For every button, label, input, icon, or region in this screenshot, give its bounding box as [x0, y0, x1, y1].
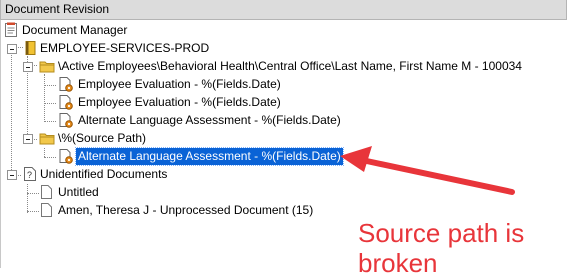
annotation-text: Source path is broken [358, 218, 525, 278]
